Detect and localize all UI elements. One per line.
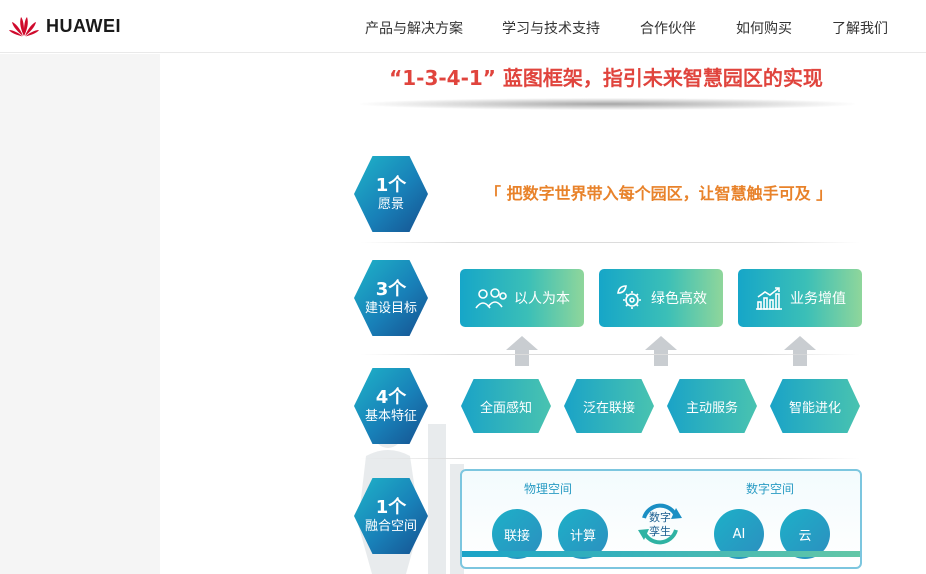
people-icon [475, 288, 507, 309]
row-divider [360, 354, 860, 355]
huawei-logo[interactable]: HUAWEI [8, 14, 121, 38]
goal-business-value: 业务增值 [738, 269, 862, 327]
figure-title: “1-3-4-1” 蓝图框架，指引未来智慧园区的实现 [389, 66, 823, 90]
row-divider [360, 242, 860, 243]
growth-chart-icon [756, 287, 782, 310]
goal-people-oriented: 以人为本 [460, 269, 584, 327]
digital-space-title: 数字空间 [746, 482, 795, 496]
nav-products[interactable]: 产品与解决方案 [365, 18, 463, 38]
nav-how-to-buy[interactable]: 如何购买 [736, 18, 792, 38]
vision-statement: 「 把数字世界带入每个园区，让智慧触手可及 」 [485, 184, 833, 203]
vision-label: 愿景 [377, 196, 404, 212]
twin-label-line2: 孪生 [649, 525, 671, 538]
up-arrow-icon [645, 336, 677, 366]
goal-label: 业务增值 [790, 291, 846, 307]
nav-about-us[interactable]: 了解我们 [832, 18, 888, 38]
vision-hexagon: 1个 愿景 [354, 156, 428, 232]
feature-comprehensive-perception: 全面感知 [461, 379, 551, 433]
row-divider [360, 458, 860, 459]
title-shadow [360, 98, 855, 110]
physical-space-title: 物理空间 [524, 482, 573, 496]
features-count: 4个 [375, 386, 407, 408]
huawei-petal-icon [9, 17, 39, 37]
goals-label: 建设目标 [364, 300, 417, 316]
blueprint-figure: “1-3-4-1” 蓝图框架，指引未来智慧园区的实现 1个 愿景 「 把数字世界… [160, 54, 926, 574]
digital-twin-badge: 数字 孪生 [632, 496, 688, 552]
fusion-count: 1个 [375, 496, 407, 518]
feature-intelligent-evolution: 智能进化 [770, 379, 860, 433]
features-label: 基本特征 [364, 408, 417, 424]
goals-hexagon: 3个 建设目标 [354, 260, 428, 336]
goals-count: 3个 [375, 278, 407, 300]
vision-count: 1个 [375, 174, 407, 196]
left-sidebar [0, 54, 160, 574]
goal-green-efficient: 绿色高效 [599, 269, 723, 327]
feature-ubiquitous-connectivity: 泛在联接 [564, 379, 654, 433]
goal-label: 绿色高效 [651, 291, 707, 307]
fusion-base-strip [462, 551, 860, 557]
nav-learning-support[interactable]: 学习与技术支持 [502, 18, 600, 38]
feature-proactive-service: 主动服务 [667, 379, 757, 433]
gear-leaf-icon [617, 285, 641, 309]
brand-name: HUAWEI [46, 15, 121, 36]
top-navigation-bar: HUAWEI 产品与解决方案 学习与技术支持 合作伙伴 如何购买 了解我们 [0, 0, 926, 53]
goal-label: 以人为本 [514, 291, 570, 307]
up-arrow-icon [506, 336, 538, 366]
up-arrow-icon [784, 336, 816, 366]
nav-partners[interactable]: 合作伙伴 [640, 18, 696, 38]
fusion-label: 融合空间 [364, 518, 417, 534]
